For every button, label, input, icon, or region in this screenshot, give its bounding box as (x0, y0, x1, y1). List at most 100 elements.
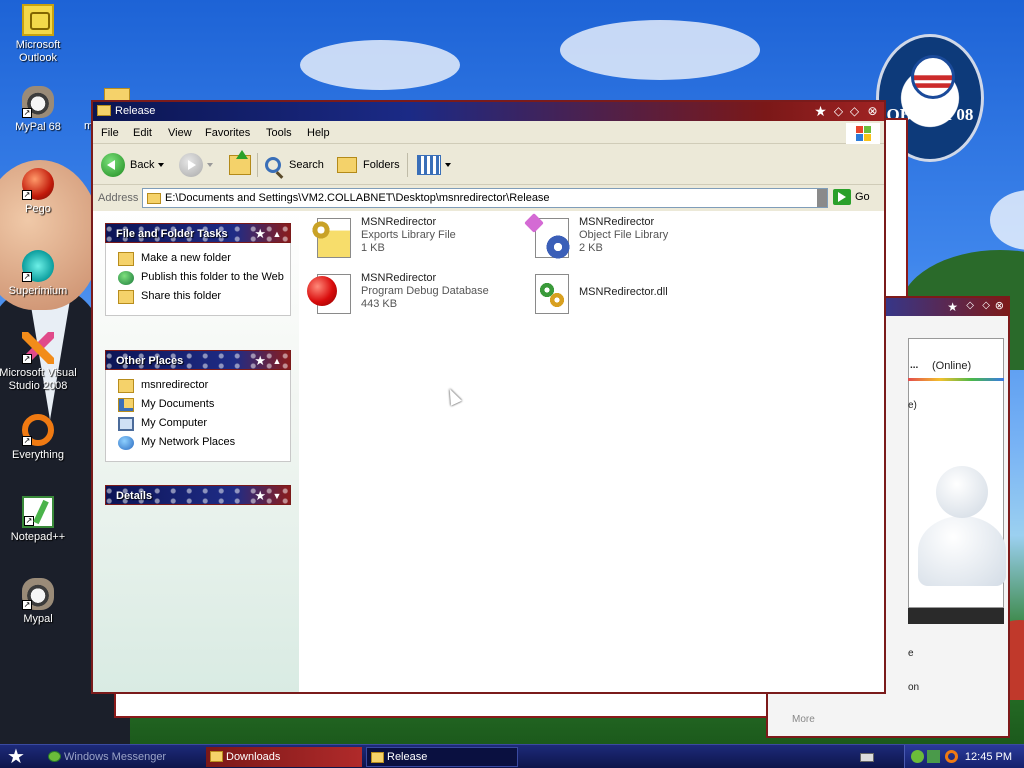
desktop-icon-everything[interactable]: ↗ Everything (0, 414, 78, 462)
maximize-icon[interactable]: ◇ (982, 300, 990, 311)
close-icon[interactable]: ⊗ (995, 299, 1004, 312)
address-dropdown-button[interactable] (817, 189, 827, 207)
taskbar-button-messenger[interactable]: Windows Messenger (44, 747, 202, 767)
desktop-icon-notepadpp[interactable]: ↗ Notepad++ (0, 496, 78, 544)
messenger-status-icon[interactable] (911, 750, 924, 763)
back-button[interactable]: Back (101, 152, 165, 178)
file-type: Exports Library File (361, 229, 456, 241)
visual-studio-icon: ↗ (22, 332, 54, 364)
taskbar-button-downloads[interactable]: Downloads (206, 747, 362, 767)
section-title: File and Folder Tasks (116, 228, 228, 240)
folder-content: File and Folder Tasks ★ ▲ Make a new fol… (93, 211, 884, 692)
publish-web-icon (118, 271, 134, 285)
file-item[interactable]: MSNRedirector Program Debug Database 443… (307, 270, 489, 318)
menu-edit[interactable]: Edit (133, 127, 152, 139)
search-icon (265, 157, 281, 173)
file-folder-tasks-header[interactable]: File and Folder Tasks ★ ▲ (105, 223, 291, 243)
folders-button[interactable]: Folders (337, 152, 400, 178)
menu-view[interactable]: View (168, 127, 192, 139)
messenger-status[interactable]: (Online) (932, 360, 971, 372)
search-button[interactable]: Search (265, 152, 324, 178)
superimium-icon: ↗ (22, 250, 54, 282)
menu-help[interactable]: Help (307, 127, 330, 139)
chevron-down-icon (445, 163, 451, 167)
start-button[interactable]: ★ (4, 747, 28, 767)
cloud (560, 20, 760, 80)
cloud (300, 40, 460, 90)
menu-tools[interactable]: Tools (266, 127, 292, 139)
make-new-folder-link[interactable]: Make a new folder (118, 252, 290, 266)
window-titlebar[interactable]: Release ★ ◇ ◇ ⊗ (93, 102, 884, 121)
star-icon: ★ (814, 103, 827, 119)
explorer-window[interactable]: Release ★ ◇ ◇ ⊗ File Edit View Favorites… (91, 100, 886, 694)
share-folder-icon (118, 290, 134, 304)
menu-favorites[interactable]: Favorites (205, 127, 250, 139)
folder-icon (147, 192, 161, 204)
desktop-icon-superimium[interactable]: ↗ Superimium (0, 250, 78, 298)
address-input[interactable]: E:\Documents and Settings\VM2.COLLABNET\… (142, 188, 828, 208)
task-pane: File and Folder Tasks ★ ▲ Make a new fol… (93, 211, 299, 692)
forward-button[interactable] (179, 152, 213, 178)
maximize-button[interactable]: ◇ (847, 104, 862, 119)
views-icon (417, 155, 441, 175)
task-label: Share this folder (141, 290, 222, 302)
publish-folder-link[interactable]: Publish this folder to the Web (118, 271, 290, 285)
other-places-header[interactable]: Other Places ★ ▲ (105, 350, 291, 370)
messenger-text-fragment[interactable]: e (908, 648, 914, 659)
task-label: Make a new folder (141, 252, 231, 264)
network-icon[interactable] (927, 750, 940, 763)
collapse-icon[interactable]: ▲ (270, 227, 284, 241)
search-tray-icon[interactable] (945, 750, 958, 763)
desktop-icon-mypal68[interactable]: ↗ MyPal 68 (0, 86, 78, 134)
file-folder-tasks-section: File and Folder Tasks ★ ▲ Make a new fol… (105, 223, 291, 316)
go-button[interactable]: Go (833, 189, 870, 205)
taskbar-button-release[interactable]: Release (366, 747, 518, 767)
task-label: Windows Messenger (64, 751, 167, 763)
collapse-icon[interactable]: ▲ (270, 354, 284, 368)
desktop-icon-visual-studio[interactable]: ↗ Microsoft Visual Studio 2008 (0, 332, 78, 393)
file-item[interactable]: MSNRedirector Exports Library File 1 KB (307, 214, 456, 262)
menu-file[interactable]: File (101, 127, 119, 139)
standard-toolbar: Back Search Folders (93, 145, 884, 185)
details-section: Details ★ ▼ (105, 485, 291, 505)
place-label: msnredirector (141, 379, 209, 391)
expand-icon[interactable]: ▼ (270, 489, 284, 503)
desktop-icon-pego[interactable]: ↗ Pego (0, 168, 78, 216)
place-my-computer[interactable]: My Computer (118, 417, 290, 431)
object-library-icon (524, 213, 573, 262)
go-arrow-icon (833, 189, 851, 205)
place-msnredirector[interactable]: msnredirector (118, 379, 290, 393)
desktop-icon-outlook[interactable]: Microsoft Outlook (0, 4, 78, 65)
desktop-icon-mypal[interactable]: ↗ Mypal (0, 578, 78, 626)
views-button[interactable] (417, 152, 451, 178)
close-button[interactable]: ⊗ (865, 104, 880, 119)
file-type: Program Debug Database (361, 285, 489, 297)
place-my-network-places[interactable]: My Network Places (118, 436, 290, 450)
share-folder-link[interactable]: Share this folder (118, 290, 290, 304)
desktop-icon-label: Microsoft Visual Studio 2008 (0, 367, 77, 392)
messenger-divider (908, 608, 1004, 624)
desktop-icon-label: Superimium (8, 285, 68, 297)
minimize-icon[interactable]: ◇ (966, 300, 974, 311)
chevron-down-icon[interactable] (158, 163, 165, 167)
shortcut-arrow-icon: ↗ (22, 108, 32, 118)
shortcut-arrow-icon: ↗ (24, 516, 34, 526)
messenger-more-link[interactable]: More (792, 714, 815, 725)
place-my-documents[interactable]: My Documents (118, 398, 290, 412)
up-button[interactable] (229, 150, 251, 178)
raccoon-icon: ↗ (22, 578, 54, 610)
file-item[interactable]: MSNRedirector Object File Library 2 KB (524, 213, 668, 262)
messenger-text-fragment: e) (908, 400, 917, 411)
file-item[interactable]: MSNRedirector.dll (525, 270, 668, 318)
minimize-button[interactable]: ◇ (831, 104, 846, 119)
shortcut-arrow-icon: ↗ (22, 600, 32, 610)
menu-bar: File Edit View Favorites Tools Help (93, 122, 884, 144)
keyboard-icon[interactable] (860, 753, 874, 762)
messenger-text-fragment[interactable]: on (908, 682, 919, 693)
back-arrow-icon (101, 153, 125, 177)
details-header[interactable]: Details ★ ▼ (105, 485, 291, 505)
messenger-name-fragment: ... (910, 360, 919, 371)
raccoon-icon: ↗ (22, 86, 54, 118)
new-folder-icon (118, 252, 134, 266)
chevron-down-icon[interactable] (207, 163, 213, 167)
